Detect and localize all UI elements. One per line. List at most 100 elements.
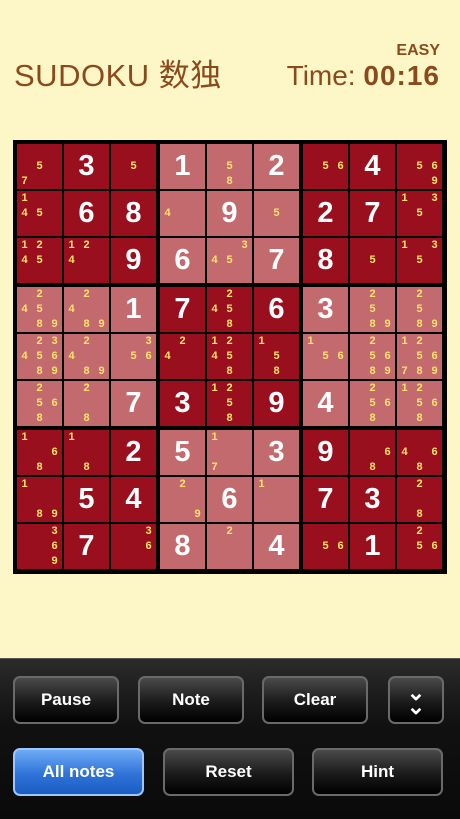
cell-r3-c8[interactable]: 5 [350, 238, 395, 283]
cell-r9-c3[interactable]: 36 [111, 524, 156, 569]
note-button[interactable]: Note [138, 676, 244, 724]
cell-r4-c6[interactable]: 6 [254, 287, 299, 332]
cell-r4-c5[interactable]: 245 8 [207, 287, 252, 332]
clear-button[interactable]: Clear [262, 676, 368, 724]
cell-note: 1 [258, 478, 265, 490]
cell-r2-c3[interactable]: 8 [111, 191, 156, 236]
cell-r5-c6[interactable]: 15 8 [254, 334, 299, 379]
cell-r4-c8[interactable]: 2 5 89 [350, 287, 395, 332]
cell-note: 9 [51, 555, 58, 567]
cell-r1-c8[interactable]: 4 [350, 144, 395, 189]
cell-r6-c3[interactable]: 7 [111, 381, 156, 426]
cell-r8-c9[interactable]: 28 [397, 477, 442, 522]
cell-r2-c1[interactable]: 1 45 [17, 191, 62, 236]
cell-r2-c2[interactable]: 6 [64, 191, 109, 236]
cell-value: 8 [125, 197, 142, 229]
cell-r7-c4[interactable]: 5 [160, 430, 205, 475]
cell-r1-c5[interactable]: 58 [207, 144, 252, 189]
cell-r6-c5[interactable]: 12 5 8 [207, 381, 252, 426]
expand-button[interactable]: ⌄ ⌄ [388, 676, 444, 724]
cell-r5-c9[interactable]: 12 56 789 [397, 334, 442, 379]
cell-note: 1 [21, 192, 28, 204]
cell-r9-c1[interactable]: 3 6 9 [17, 524, 62, 569]
cell-r8-c5[interactable]: 6 [207, 477, 252, 522]
cell-r2-c6[interactable]: 5 [254, 191, 299, 236]
cell-note: 1 [401, 382, 408, 394]
cell-r8-c6[interactable]: 1 [254, 477, 299, 522]
cell-r5-c8[interactable]: 2 5689 [350, 334, 395, 379]
cell-r3-c5[interactable]: 3 45 [207, 238, 252, 283]
cell-r7-c2[interactable]: 18 [64, 430, 109, 475]
cell-value: 4 [317, 387, 334, 419]
cell-r5-c1[interactable]: 23 45689 [17, 334, 62, 379]
cell-r9-c8[interactable]: 1 [350, 524, 395, 569]
cell-r6-c1[interactable]: 2 568 [17, 381, 62, 426]
cell-r4-c9[interactable]: 2 5 89 [397, 287, 442, 332]
cell-r3-c6[interactable]: 7 [254, 238, 299, 283]
cell-r1-c4[interactable]: 1 [160, 144, 205, 189]
cell-r1-c2[interactable]: 3 [64, 144, 109, 189]
cell-r6-c9[interactable]: 12 568 [397, 381, 442, 426]
cell-r5-c3[interactable]: 356 [111, 334, 156, 379]
cell-note: 8 [369, 412, 376, 424]
cell-r1-c6[interactable]: 2 [254, 144, 299, 189]
cell-r7-c8[interactable]: 68 [350, 430, 395, 475]
cell-r9-c4[interactable]: 8 [160, 524, 205, 569]
cell-r7-c1[interactable]: 1 68 [17, 430, 62, 475]
cell-r8-c8[interactable]: 3 [350, 477, 395, 522]
cell-r2-c8[interactable]: 7 [350, 191, 395, 236]
cell-r8-c1[interactable]: 1 89 [17, 477, 62, 522]
cell-r3-c7[interactable]: 8 [303, 238, 348, 283]
cell-r6-c4[interactable]: 3 [160, 381, 205, 426]
cell-r4-c1[interactable]: 245 89 [17, 287, 62, 332]
cell-r9-c5[interactable]: 2 [207, 524, 252, 569]
cell-r5-c2[interactable]: 2489 [64, 334, 109, 379]
cell-r3-c4[interactable]: 6 [160, 238, 205, 283]
cell-r3-c1[interactable]: 1245 [17, 238, 62, 283]
cell-r4-c4[interactable]: 7 [160, 287, 205, 332]
cell-r5-c5[interactable]: 1245 8 [207, 334, 252, 379]
cell-r6-c8[interactable]: 2 568 [350, 381, 395, 426]
cell-r8-c4[interactable]: 29 [160, 477, 205, 522]
cell-r7-c3[interactable]: 2 [111, 430, 156, 475]
cell-r3-c2[interactable]: 124 [64, 238, 109, 283]
cell-r7-c9[interactable]: 4 68 [397, 430, 442, 475]
cell-r9-c6[interactable]: 4 [254, 524, 299, 569]
cell-r1-c3[interactable]: 5 [111, 144, 156, 189]
cell-r4-c2[interactable]: 2489 [64, 287, 109, 332]
cell-r8-c3[interactable]: 4 [111, 477, 156, 522]
reset-button[interactable]: Reset [163, 748, 294, 796]
cell-r1-c9[interactable]: 56 9 [397, 144, 442, 189]
cell-r1-c1[interactable]: 75 [17, 144, 62, 189]
cell-r2-c9[interactable]: 1 35 [397, 191, 442, 236]
cell-note: 1 [68, 239, 75, 251]
cell-r3-c3[interactable]: 9 [111, 238, 156, 283]
cell-r6-c6[interactable]: 9 [254, 381, 299, 426]
cell-r3-c9[interactable]: 1 35 [397, 238, 442, 283]
hint-button[interactable]: Hint [312, 748, 443, 796]
pause-button[interactable]: Pause [13, 676, 119, 724]
cell-r7-c5[interactable]: 17 [207, 430, 252, 475]
cell-note: 5 [416, 303, 423, 315]
cell-r4-c7[interactable]: 3 [303, 287, 348, 332]
cell-r5-c7[interactable]: 156 [303, 334, 348, 379]
cell-note: 5 [273, 207, 280, 219]
cell-note: 3 [145, 525, 152, 537]
cell-r2-c5[interactable]: 9 [207, 191, 252, 236]
cell-r6-c7[interactable]: 4 [303, 381, 348, 426]
cell-r8-c2[interactable]: 5 [64, 477, 109, 522]
cell-r1-c7[interactable]: 56 [303, 144, 348, 189]
cell-r9-c7[interactable]: 56 [303, 524, 348, 569]
cell-r4-c3[interactable]: 1 [111, 287, 156, 332]
cell-r7-c7[interactable]: 9 [303, 430, 348, 475]
all-notes-button[interactable]: All notes [13, 748, 144, 796]
cell-r6-c2[interactable]: 28 [64, 381, 109, 426]
cell-r9-c2[interactable]: 7 [64, 524, 109, 569]
cell-r2-c4[interactable]: 4 [160, 191, 205, 236]
cell-r5-c4[interactable]: 24 [160, 334, 205, 379]
cell-r9-c9[interactable]: 2 56 [397, 524, 442, 569]
cell-value: 1 [125, 293, 142, 325]
cell-r2-c7[interactable]: 2 [303, 191, 348, 236]
cell-r8-c7[interactable]: 7 [303, 477, 348, 522]
cell-r7-c6[interactable]: 3 [254, 430, 299, 475]
